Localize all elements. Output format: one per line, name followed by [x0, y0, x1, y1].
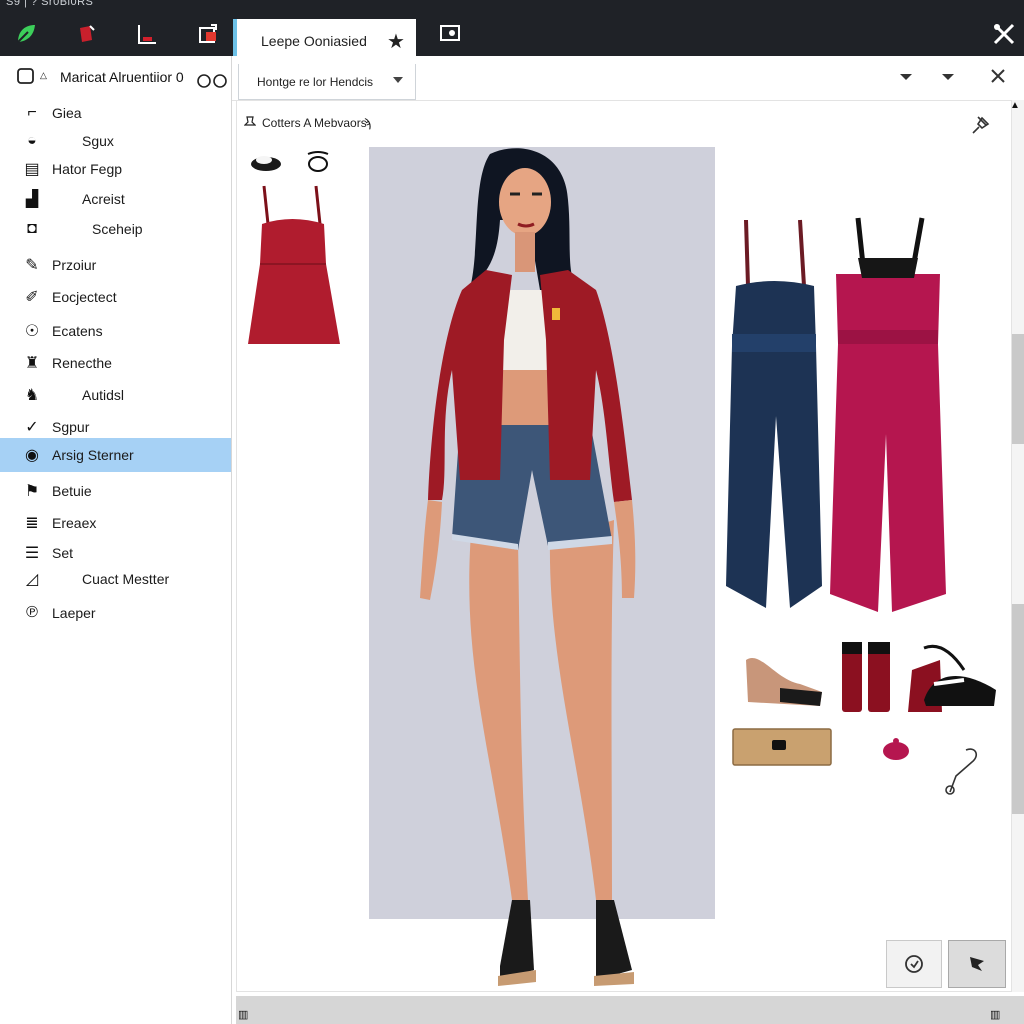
sidebar-item-label: Sgpur: [52, 419, 90, 435]
top-toolbar: S9 | ? Sr0Bl0RS: [0, 0, 1024, 56]
sidebar-header: Maricat Alruentiior 0: [60, 69, 184, 85]
chevron-down-icon[interactable]: [900, 74, 912, 80]
scrollbar-thumb[interactable]: [1012, 604, 1024, 814]
sidebar-item[interactable]: ⚑ Betuie: [0, 474, 231, 508]
sidebar-item[interactable]: ℗ Laeper: [0, 596, 231, 630]
star-flag-icon: [970, 957, 984, 971]
compass-icon: ◉: [25, 447, 39, 464]
necklace-item[interactable]: [936, 742, 980, 798]
pencil-icon: ✐: [25, 289, 39, 306]
refresh-icon: [905, 955, 923, 973]
sidebar-item[interactable]: ✎ Przoiur: [0, 248, 231, 282]
magenta-jumpsuit-item[interactable]: [826, 214, 948, 614]
sidebar-item-label: Giea: [52, 105, 82, 121]
resize-icon[interactable]: ▥: [990, 1008, 1000, 1021]
red-boots-item[interactable]: [838, 640, 898, 714]
sidebar-item-label: Set: [52, 545, 74, 561]
wallet-item[interactable]: [732, 728, 832, 766]
sidebar-item[interactable]: ▟ Acreist: [0, 182, 231, 216]
triangle-icon: △: [40, 70, 47, 80]
screen-icon[interactable]: [436, 22, 464, 46]
sidebar-item[interactable]: ✐ Eocjectect: [0, 280, 231, 314]
sidebar-item-label: Eocjectect: [52, 289, 117, 305]
view-button[interactable]: [886, 940, 942, 988]
glasses-icon: ⌐: [27, 104, 37, 121]
flag-icon: ⚑: [24, 483, 40, 500]
sidebar-item-label: Autidsl: [82, 387, 125, 403]
sidebar-item-label: Ecatens: [52, 323, 103, 339]
chevron-down-icon: [393, 77, 403, 83]
close-icon[interactable]: [988, 66, 1008, 86]
pin-icon[interactable]: [970, 114, 992, 136]
sneaker-bag-item[interactable]: [904, 640, 998, 716]
sidebar-item-label: Cuact Mestter: [82, 571, 170, 587]
menu-text: S9 | ? Sr0Bl0RS: [6, 0, 94, 8]
shirt-icon: ▤: [24, 161, 40, 178]
shoes-item[interactable]: [248, 150, 284, 174]
category-dropdown[interactable]: Hontge re lor Hendcis: [238, 64, 416, 100]
link-icon[interactable]: [194, 71, 234, 91]
sidebar-item-label: Przoiur: [52, 257, 97, 273]
sidebar-item-label: Laeper: [52, 605, 96, 621]
grid-icon[interactable]: ▥: [238, 1008, 248, 1021]
boots-icon: ▟: [25, 191, 39, 208]
sidebar-item-label: Renecthe: [52, 355, 112, 371]
beret-item[interactable]: [880, 736, 912, 762]
sidebar-item-label: Betuie: [52, 483, 92, 499]
pin-small-icon: [243, 116, 257, 130]
sidebar-item[interactable]: ♜ Renecthe: [0, 346, 231, 380]
sidebar-item-label: Arsig Sterner: [52, 447, 134, 463]
sidebar-item[interactable]: ▤ Hator Fegp: [0, 152, 231, 186]
sidebar-item[interactable]: ◘ Sceheip: [0, 212, 231, 246]
stripes-icon: ≣: [25, 515, 39, 532]
sidebar-item[interactable]: ≣ Ereaex: [0, 506, 231, 540]
bag-item[interactable]: [302, 150, 334, 174]
lines-icon: ☰: [24, 545, 40, 562]
bag-icon: ◘: [27, 220, 37, 237]
tools-icon[interactable]: [990, 22, 1018, 46]
sidebar-item-label: Sgux: [82, 133, 114, 149]
shape-icon: [16, 66, 36, 86]
skull-icon: ☉: [24, 323, 40, 340]
sneaker-icon: ◿: [25, 571, 39, 588]
status-bar: [236, 996, 1024, 1024]
sidebar-item[interactable]: ◿ Cuact Mestter: [0, 562, 231, 596]
sidebar-item-label: Ereaex: [52, 515, 97, 531]
avatar-figure[interactable]: [400, 140, 660, 990]
hat-icon: ◒: [27, 132, 37, 149]
figure-pair-icon: ♞: [24, 387, 40, 404]
red-dress-item[interactable]: [246, 184, 342, 350]
sidebar-item[interactable]: ◉ Arsig Sterner: [0, 438, 231, 472]
check-icon: ✓: [25, 419, 39, 436]
corner-tool-icon[interactable]: [132, 22, 160, 46]
dropdown-label: Hontge re lor Hendcis: [257, 75, 374, 89]
scrollbar-thumb[interactable]: [1012, 334, 1024, 444]
chevron-down-icon[interactable]: [942, 74, 954, 80]
star-icon[interactable]: ★: [387, 29, 405, 54]
lock-icon: ϡ: [364, 116, 371, 130]
tab-label: Leepe Ooniasied: [261, 33, 367, 49]
paint-bucket-icon[interactable]: [72, 22, 100, 46]
sidebar-item-label: Sceheip: [92, 221, 143, 237]
brush-icon: ✎: [25, 257, 39, 274]
sidebar-item[interactable]: ♞ Autidsl: [0, 378, 231, 412]
panel-title: Cotters A Mebvaors: [262, 116, 367, 130]
sidebar-item-label: Hator Fegp: [52, 161, 123, 177]
sidebar-item[interactable]: ☉ Ecatens: [0, 314, 231, 348]
scrollbar[interactable]: [1012, 100, 1024, 992]
navy-jumpsuit-item[interactable]: [718, 216, 830, 612]
loafer-item[interactable]: [740, 640, 824, 712]
figure-icon: ♜: [24, 355, 40, 372]
leaf-icon[interactable]: [12, 22, 40, 46]
apply-button[interactable]: [948, 940, 1006, 988]
scroll-up-icon[interactable]: ▲: [1010, 100, 1020, 111]
p-icon: ℗: [26, 604, 38, 621]
sidebar-item-label: Acreist: [82, 191, 125, 207]
edit-box-icon[interactable]: [194, 22, 222, 46]
